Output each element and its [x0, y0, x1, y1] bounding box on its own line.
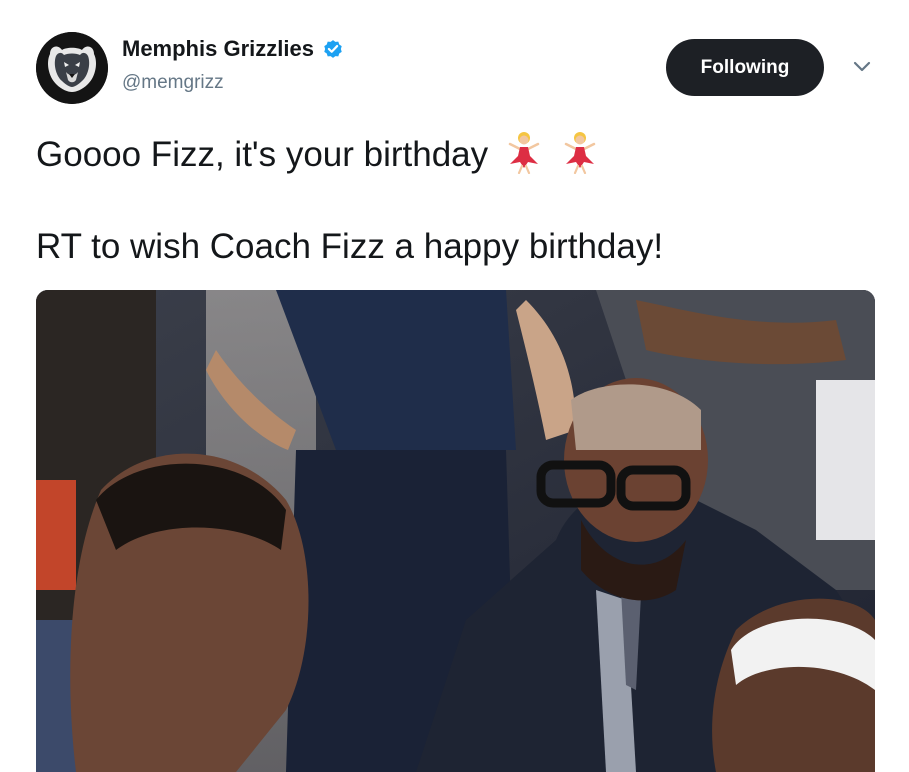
tweet-text: Goooo Fizz, it's your birthday RT to wis…	[36, 130, 876, 270]
chevron-down-icon[interactable]	[850, 58, 874, 76]
following-button[interactable]: Following	[666, 39, 824, 96]
grizzly-bear-logo-icon	[36, 32, 108, 104]
display-name[interactable]: Memphis Grizzlies	[122, 36, 314, 62]
avatar[interactable]	[36, 32, 108, 104]
account-handle[interactable]: @memgrizz	[122, 72, 224, 94]
dancer-emoji-icon	[508, 132, 540, 174]
tweet-line-1-text: Goooo Fizz, it's your birthday	[36, 135, 489, 174]
coach-huddle-photo	[36, 290, 875, 772]
verified-badge-icon	[324, 40, 342, 58]
account-name-row: Memphis Grizzlies	[122, 36, 344, 62]
dancer-emoji-icon	[564, 132, 595, 174]
tweet-line-2: RT to wish Coach Fizz a happy birthday!	[36, 227, 664, 266]
tweet-line-1: Goooo Fizz, it's your birthday	[36, 130, 876, 178]
tweet-media-video[interactable]	[36, 290, 875, 772]
